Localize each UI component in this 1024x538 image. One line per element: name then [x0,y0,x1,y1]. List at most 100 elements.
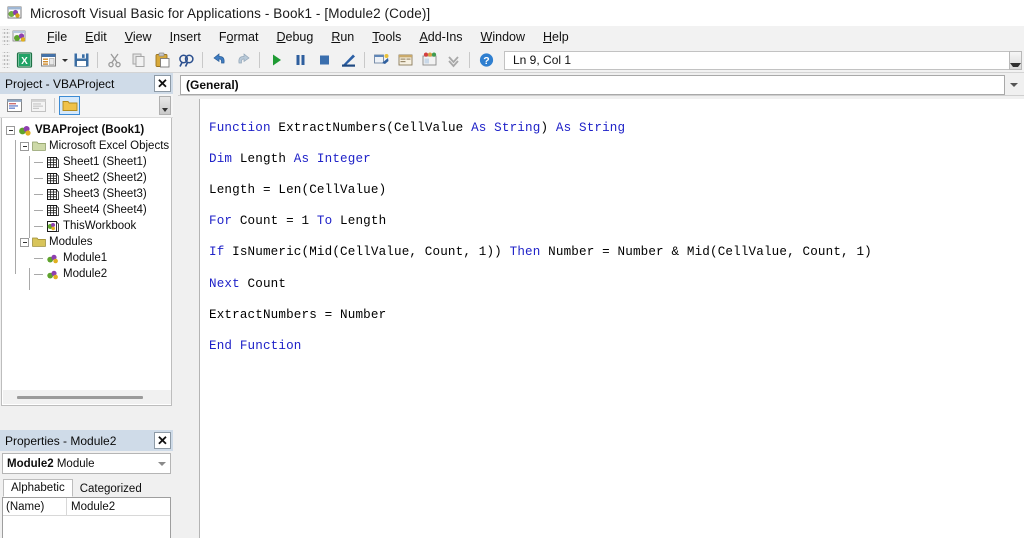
code-line: Next Count [209,277,1024,293]
properties-tabs: Alphabetic Categorized [3,477,173,497]
module-icon [46,268,60,281]
chevron-down-icon[interactable] [154,454,170,473]
tree-item-sheet1[interactable]: Sheet1 (Sheet1) [2,154,171,170]
tree-branch-stub [34,190,43,199]
code-editor[interactable]: Function ExtractNumbers(CellValue As Str… [178,99,1024,538]
help-icon[interactable]: ? [475,50,497,71]
paste-icon[interactable] [151,50,173,71]
object-browser-icon[interactable] [418,50,440,71]
project-panel-caption: Project - VBAProject ✕ [0,73,173,94]
code-token-keyword: Next [209,276,248,291]
break-icon[interactable] [289,50,311,71]
tree-item-label: Module2 [63,268,108,280]
code-token-keyword: As String [555,120,626,135]
tree-item-module2[interactable]: Module2 [2,266,171,282]
code-line: End Function [209,339,1024,355]
view-object-icon[interactable] [28,96,49,115]
save-icon[interactable] [70,50,92,71]
tree-item-label: Modules [49,236,93,248]
tree-item-sheet2[interactable]: Sheet2 (Sheet2) [2,170,171,186]
svg-text:?: ? [483,55,489,67]
sheet-icon [46,172,60,185]
code-token: Length [340,214,387,229]
vba-window-icon [6,4,24,22]
project-panel-toolbar [0,94,173,118]
toolbox-icon[interactable] [442,50,464,71]
toolbar-separator [469,52,470,68]
design-mode-icon[interactable] [337,50,359,71]
code-dropdown-bar: (General) [178,73,1024,95]
scrollbar-thumb[interactable] [17,395,143,399]
code-token-keyword: To [316,214,341,229]
menu-item-edit[interactable]: Edit [76,28,116,46]
code-text-area[interactable]: Function ExtractNumbers(CellValue As Str… [200,99,1024,538]
tree-item-sheet3[interactable]: Sheet3 (Sheet3) [2,186,171,202]
copy-icon[interactable] [127,50,149,71]
insert-userform-icon[interactable] [37,50,59,71]
tree-item-module1[interactable]: Module1 [2,250,171,266]
project-explorer-icon[interactable] [370,50,392,71]
expander-minus-icon[interactable] [20,141,29,151]
close-icon[interactable]: ✕ [154,75,171,92]
title-bar: Microsoft Visual Basic for Applications … [0,0,1024,26]
toolbar-drag-handle[interactable] [2,52,10,68]
code-token-keyword: If [209,245,233,260]
tree-item-label: VBAProject (Book1) [35,124,145,136]
project-panel-title: Project - VBAProject [5,76,115,91]
project-tree-items: VBAProject (Book1) Microsoft Excel Objec… [2,118,171,290]
tab-categorized[interactable]: Categorized [73,481,149,497]
tree-branch-stub [34,270,43,279]
menu-drag-handle[interactable] [2,29,10,45]
close-icon[interactable]: ✕ [154,432,171,449]
properties-object-label: Module2 Module [7,458,154,470]
tree-item-thisworkbook[interactable]: ThisWorkbook [2,218,171,234]
menu-item-format[interactable]: Format [210,28,268,46]
redo-icon[interactable] [232,50,254,71]
tree-branch-stub [34,174,43,183]
run-icon[interactable] [265,50,287,71]
project-tree-horizontal-scrollbar[interactable] [3,390,171,404]
tree-item-vbaproject[interactable]: VBAProject (Book1) [2,122,171,138]
expander-minus-icon[interactable] [20,237,29,247]
tree-item-excel-objects[interactable]: Microsoft Excel Objects [2,138,171,154]
project-toolbar-overflow-button[interactable] [159,96,171,115]
menu-item-insert[interactable]: Insert [161,28,210,46]
view-excel-icon[interactable]: X [13,50,35,71]
undo-icon[interactable] [208,50,230,71]
menu-item-tools[interactable]: Tools [363,28,410,46]
code-margin-indicator-bar[interactable] [178,99,200,538]
property-name: (Name) [3,498,67,515]
code-token-keyword: Function [209,120,279,135]
menu-item-view[interactable]: View [116,28,161,46]
find-icon[interactable] [175,50,197,71]
menu-item-run[interactable]: Run [322,28,363,46]
properties-row-name[interactable]: (Name) Module2 [3,498,170,516]
tree-item-sheet4[interactable]: Sheet4 (Sheet4) [2,202,171,218]
properties-window-icon[interactable] [394,50,416,71]
procedure-dropdown-chevron-icon[interactable] [1005,75,1022,95]
menu-item-file[interactable]: File [38,28,76,46]
cut-icon[interactable] [103,50,125,71]
code-window: (General) Function ExtractNumbers(CellVa… [178,73,1024,538]
code-token-keyword: For [209,214,240,229]
property-value[interactable]: Module2 [67,498,170,515]
tree-item-modules-folder[interactable]: Modules [2,234,171,250]
properties-object-combo[interactable]: Module2 Module [2,453,171,474]
project-tree[interactable]: VBAProject (Book1) Microsoft Excel Objec… [1,118,172,406]
toolbar-separator [364,52,365,68]
menu-item-debug[interactable]: Debug [267,28,322,46]
menu-item-help[interactable]: Help [534,28,578,46]
properties-grid[interactable]: (Name) Module2 [2,497,171,538]
view-code-icon[interactable] [4,96,25,115]
expander-minus-icon[interactable] [6,125,15,135]
reset-icon[interactable] [313,50,335,71]
sheet-icon [46,204,60,217]
toggle-folders-icon[interactable] [59,96,80,115]
toolbar-overflow-button[interactable] [1009,50,1022,70]
vba-logo-icon [12,29,30,45]
insert-dropdown-caret-icon[interactable] [60,50,69,71]
object-dropdown[interactable]: (General) [180,75,1005,95]
tab-alphabetic[interactable]: Alphabetic [3,479,73,497]
menu-item-add-ins[interactable]: Add-Ins [410,28,471,46]
menu-item-window[interactable]: Window [472,28,534,46]
